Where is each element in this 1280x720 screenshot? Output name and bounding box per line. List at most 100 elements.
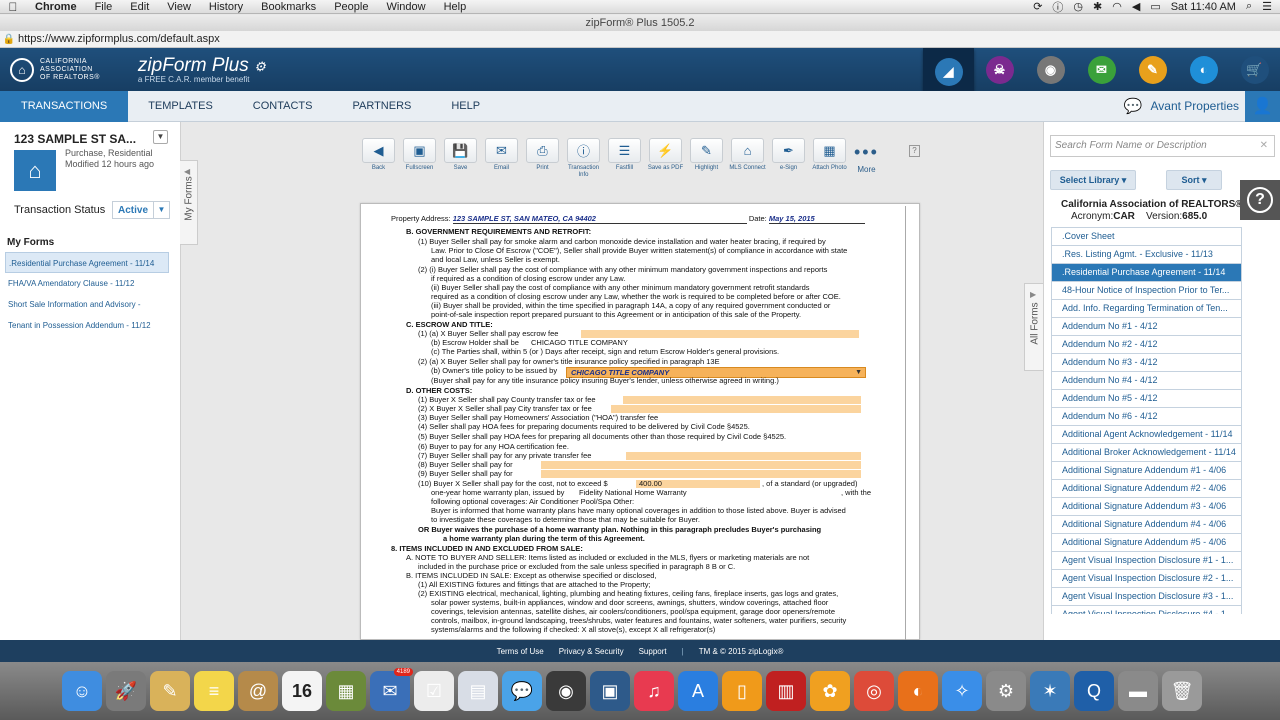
mls-connect-button[interactable]: ⌂ MLS Connect [727, 138, 768, 180]
support-link[interactable]: Support [639, 647, 667, 656]
collapse-chevron-icon[interactable]: ▼ [153, 130, 168, 144]
ibooks-icon[interactable]: ▯ [722, 671, 762, 711]
menu-app-name[interactable]: Chrome [26, 1, 86, 13]
trash-icon[interactable]: 🗑 [1162, 671, 1202, 711]
library-form-item[interactable]: Additional Broker Acknowledgement - 11/1… [1051, 444, 1242, 462]
zipform-logo[interactable]: zipForm Plus ⚙ a FREE C.A.R. member bene… [138, 55, 266, 84]
preview-icon[interactable]: ▤ [458, 671, 498, 711]
contacts-icon[interactable]: @ [238, 671, 278, 711]
menu-edit[interactable]: Edit [121, 1, 158, 13]
globe-app-icon[interactable]: ◐ [1178, 48, 1229, 91]
downloads-icon[interactable]: ▬ [1118, 671, 1158, 711]
my-form-item[interactable]: Tenant in Possession Addendum - 11/12 [5, 315, 169, 336]
textedit-icon[interactable]: ✎ [150, 671, 190, 711]
flower-icon[interactable]: ✿ [810, 671, 850, 711]
esign-button[interactable]: ✒ e-Sign [768, 138, 809, 180]
library-form-item[interactable]: Agent Visual Inspection Disclosure #3 - … [1051, 588, 1242, 606]
library-form-item[interactable]: Addendum No #1 - 4/12 [1051, 318, 1242, 336]
terms-link[interactable]: Terms of Use [497, 647, 544, 656]
highlight-button[interactable]: ✎ Highlight [686, 138, 727, 180]
sync-icon[interactable]: ⟳ [1033, 0, 1042, 13]
volume-icon[interactable]: ◀ [1132, 0, 1140, 13]
mail-icon[interactable]: ✉ 4189 [370, 668, 413, 711]
library-form-item[interactable]: Additional Signature Addendum #5 - 4/06 [1051, 534, 1242, 552]
info-status-icon[interactable]: ⓘ [1052, 0, 1063, 15]
battery-icon[interactable]: ▭ [1150, 0, 1160, 13]
clear-icon[interactable]: ✕ [1260, 136, 1268, 156]
launchpad-icon[interactable]: 🚀 [106, 671, 146, 711]
pay-for-field-9[interactable] [541, 470, 861, 478]
pay-for-field-8[interactable] [541, 461, 861, 469]
bluetooth-icon[interactable]: ✱ [1093, 0, 1102, 13]
library-form-item[interactable]: Agent Visual Inspection Disclosure #1 - … [1051, 552, 1242, 570]
menu-bookmarks[interactable]: Bookmarks [252, 1, 325, 13]
fastfill-button[interactable]: ☰ Fastfill [604, 138, 645, 180]
messages-icon[interactable]: 💬 [502, 671, 542, 711]
back-button[interactable]: ◀ Back [358, 138, 399, 180]
library-form-item[interactable]: Addendum No #4 - 4/12 [1051, 372, 1242, 390]
library-form-item[interactable]: Additional Signature Addendum #3 - 4/06 [1051, 498, 1242, 516]
photobooth-icon[interactable]: ▥ [766, 671, 806, 711]
chevron-down-icon[interactable]: ▼ [153, 202, 169, 218]
library-form-item[interactable]: Additional Signature Addendum #2 - 4/06 [1051, 480, 1242, 498]
library-form-item[interactable]: .Residential Purchase Agreement - 11/14 [1051, 264, 1242, 282]
library-form-item[interactable]: Additional Signature Addendum #1 - 4/06 [1051, 462, 1242, 480]
menu-help[interactable]: Help [435, 1, 476, 13]
finder-icon[interactable]: ☺ [62, 671, 102, 711]
tab-templates[interactable]: TEMPLATES [128, 91, 233, 122]
user-avatar-icon[interactable]: 👤 [1245, 90, 1280, 122]
spotlight-icon[interactable]: ⌕ [1246, 0, 1252, 13]
library-form-item[interactable]: Add. Info. Regarding Termination of Ten.… [1051, 300, 1242, 318]
library-form-item[interactable]: Agent Visual Inspection Disclosure #4 - … [1051, 606, 1242, 614]
status-dropdown[interactable]: Active ▼ [112, 201, 170, 219]
tab-partners[interactable]: PARTNERS [332, 91, 431, 122]
library-form-item[interactable]: .Res. Listing Agmt. - Exclusive - 11/13 [1051, 246, 1242, 264]
wifi-icon[interactable]: ◠ [1112, 0, 1122, 13]
help-question-icon[interactable]: ? [1240, 180, 1280, 220]
library-form-item[interactable]: Addendum No #6 - 4/12 [1051, 408, 1242, 426]
menu-file[interactable]: File [86, 1, 122, 13]
my-forms-toggle-tab[interactable]: ◀ My Forms [180, 160, 198, 245]
form-search-input[interactable]: Search Form Name or Description ✕ [1050, 135, 1275, 157]
library-form-item[interactable]: Addendum No #3 - 4/12 [1051, 354, 1242, 372]
county-tax-field[interactable] [623, 396, 861, 404]
ziplogix-app-icon[interactable]: ✉ [1076, 48, 1127, 91]
photo-icon[interactable]: ▦ [326, 671, 366, 711]
itunes-icon[interactable]: ♫ [634, 671, 674, 711]
iphoto-icon[interactable]: ▣ [590, 671, 630, 711]
library-form-item[interactable]: Agent Visual Inspection Disclosure #2 - … [1051, 570, 1242, 588]
escrow-fee-field[interactable] [581, 330, 859, 338]
privacy-link[interactable]: Privacy & Security [559, 647, 624, 656]
sort-button[interactable]: Sort ▾ [1166, 170, 1222, 190]
reminders-icon[interactable]: ☑ [414, 671, 454, 711]
calendar-icon[interactable]: 16 [282, 671, 322, 711]
facetime-icon[interactable]: ◉ [546, 671, 586, 711]
pdf-button[interactable]: ⚡ Save as PDF [645, 138, 686, 180]
apple-icon[interactable]:  [0, 0, 26, 14]
help-icon[interactable]: ? [909, 145, 920, 157]
escrow-holder-field[interactable]: CHICAGO TITLE COMPANY [531, 338, 628, 347]
zipvault-app-icon[interactable]: ☠ [974, 48, 1025, 91]
library-form-item[interactable]: 48-Hour Notice of Inspection Prior to Te… [1051, 282, 1242, 300]
menu-history[interactable]: History [200, 1, 252, 13]
warranty-amount-value[interactable]: 400.00 [639, 479, 662, 488]
library-form-item[interactable]: Additional Signature Addendum #4 - 4/06 [1051, 516, 1242, 534]
cart-app-icon[interactable]: 🛒 [1229, 48, 1280, 91]
zipvault2-app-icon[interactable]: ◉ [1025, 48, 1076, 91]
more-button[interactable]: ••• More [854, 138, 879, 180]
chrome-icon[interactable]: ◎ [854, 671, 894, 711]
safari-icon[interactable]: ✧ [942, 671, 982, 711]
clock[interactable]: Sat 11:40 AM [1171, 1, 1236, 13]
city-tax-field[interactable] [611, 405, 861, 413]
library-form-item[interactable]: Additional Agent Acknowledgement - 11/14 [1051, 426, 1242, 444]
date-field[interactable]: May 15, 2015 [768, 214, 865, 224]
quicktime-icon[interactable]: Q [1074, 671, 1114, 711]
attach-photo-button[interactable]: ▦ Attach Photo [809, 138, 850, 180]
my-form-item[interactable]: .Residential Purchase Agreement - 11/14 [5, 252, 169, 273]
my-form-item[interactable]: FHA/VA Amendatory Clause - 11/12 [5, 273, 169, 294]
timemachine-icon[interactable]: ◷ [1073, 0, 1083, 13]
appstore-icon[interactable]: A [678, 671, 718, 711]
systemprefs-icon[interactable]: ⚙ [986, 671, 1026, 711]
transaction-address[interactable]: 123 SAMPLE ST SA... [14, 132, 136, 146]
private-fee-field[interactable] [626, 452, 861, 460]
